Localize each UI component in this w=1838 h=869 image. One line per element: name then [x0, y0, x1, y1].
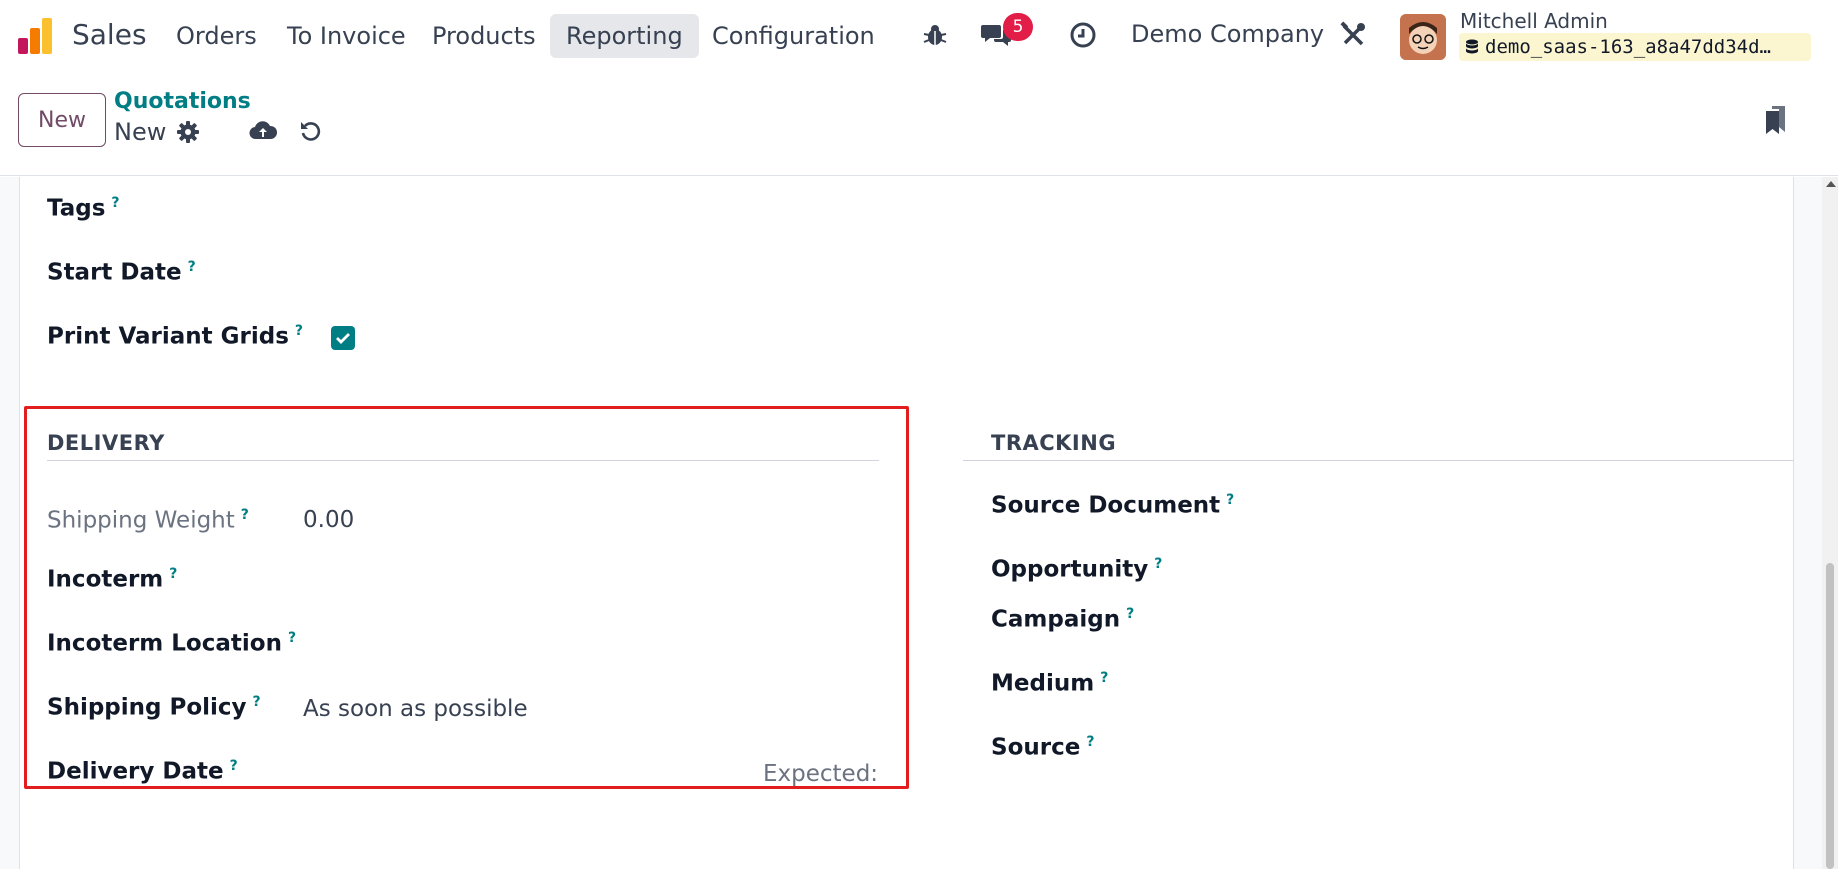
user-name[interactable]: Mitchell Admin	[1460, 9, 1608, 33]
opportunity-help[interactable]: ?	[1154, 556, 1162, 572]
print-variant-grids-help[interactable]: ?	[295, 323, 303, 339]
app-name[interactable]: Sales	[72, 18, 147, 51]
source-help[interactable]: ?	[1086, 734, 1094, 750]
breadcrumb-quotations[interactable]: Quotations	[114, 89, 251, 114]
company-switcher[interactable]: Demo Company	[1131, 20, 1324, 48]
source-document-label: Source Document?	[991, 492, 1235, 519]
top-navbar: Sales Orders To Invoice Products Reporti…	[0, 0, 1838, 73]
start-date-label: Start Date?	[47, 259, 196, 286]
control-panel: New Quotations New	[0, 73, 1838, 176]
breadcrumb-current: New	[114, 118, 167, 146]
app-logo-icon[interactable]	[16, 16, 56, 56]
menu-to-invoice[interactable]: To Invoice	[271, 14, 422, 58]
medium-help[interactable]: ?	[1100, 670, 1108, 686]
tracking-section-title: TRACKING	[991, 431, 1117, 455]
clock-icon[interactable]	[1066, 18, 1100, 52]
menu-reporting[interactable]: Reporting	[550, 14, 699, 58]
opportunity-label: Opportunity?	[991, 556, 1163, 583]
menu-products[interactable]: Products	[416, 14, 552, 58]
bookmark-icon[interactable]	[1762, 106, 1790, 134]
new-button[interactable]: New	[18, 93, 106, 147]
print-variant-grids-label: Print Variant Grids?	[47, 323, 304, 350]
gear-icon[interactable]	[174, 118, 202, 146]
source-document-help[interactable]: ?	[1226, 492, 1234, 508]
database-name: demo_saas-163_a8a47dd34d…	[1459, 33, 1811, 61]
tools-icon[interactable]	[1336, 18, 1370, 52]
menu-orders[interactable]: Orders	[160, 14, 273, 58]
tags-help[interactable]: ?	[111, 195, 119, 211]
campaign-label: Campaign?	[991, 606, 1135, 633]
start-date-help[interactable]: ?	[188, 259, 196, 275]
bug-icon[interactable]	[918, 18, 952, 52]
print-variant-grids-checkbox[interactable]	[331, 326, 355, 350]
source-label: Source?	[991, 734, 1095, 761]
delivery-highlight-box	[24, 406, 909, 789]
form-content: Tags? Start Date? Print Variant Grids? D…	[0, 177, 1838, 869]
messages-badge: 5	[1003, 13, 1033, 41]
campaign-help[interactable]: ?	[1126, 606, 1134, 622]
avatar[interactable]	[1400, 14, 1446, 60]
cloud-upload-icon[interactable]	[249, 117, 277, 145]
medium-label: Medium?	[991, 670, 1109, 697]
undo-icon[interactable]	[297, 117, 325, 145]
database-icon	[1466, 39, 1478, 54]
menu-configuration[interactable]: Configuration	[696, 14, 891, 58]
scrollbar-thumb[interactable]	[1826, 563, 1834, 869]
tracking-separator	[963, 460, 1794, 461]
tags-label: Tags?	[47, 195, 120, 222]
database-label: demo_saas-163_a8a47dd34d…	[1485, 36, 1771, 58]
scroll-up-arrow[interactable]	[1826, 181, 1836, 187]
check-icon	[336, 333, 350, 344]
